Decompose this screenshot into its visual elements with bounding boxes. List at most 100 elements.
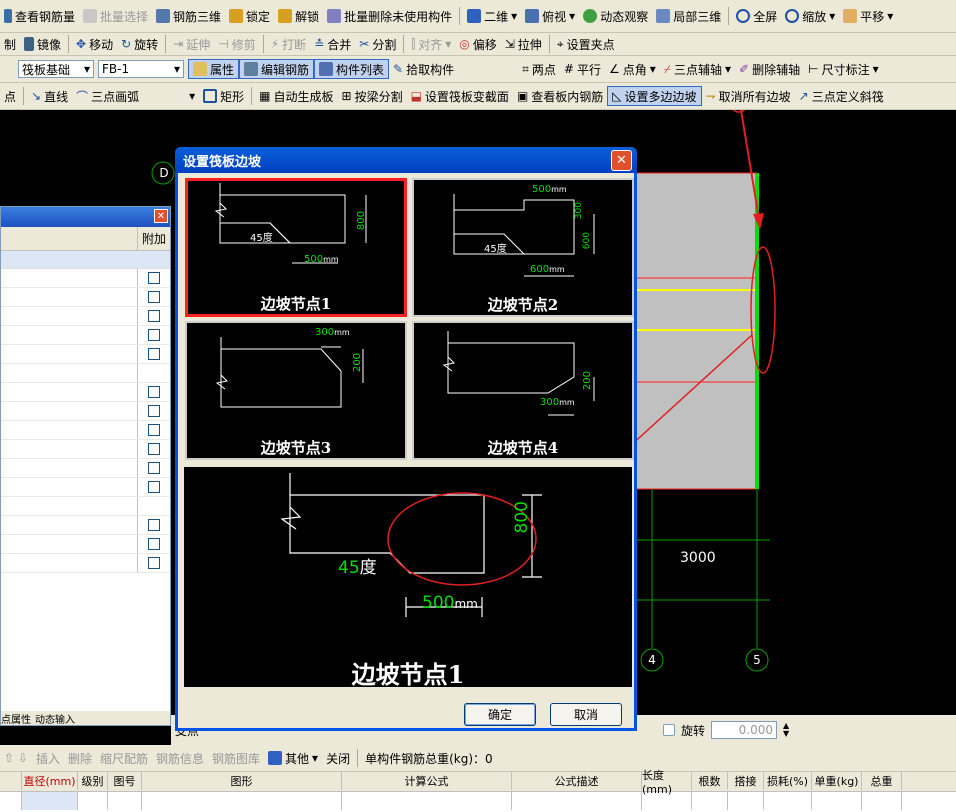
slope-node-2-card[interactable]: 45度 500mm 300 600 600mm 边坡节点2 xyxy=(412,178,634,317)
panel-row[interactable] xyxy=(1,364,170,383)
panel-row[interactable] xyxy=(1,459,170,478)
table-header-cell[interactable]: 图号 xyxy=(108,772,142,790)
dynamic-view-button[interactable]: 动态观察 xyxy=(579,5,652,27)
extra-checkbox[interactable] xyxy=(148,424,160,436)
rebar-3d-button[interactable]: 钢筋三维 xyxy=(152,5,225,27)
parallel-button[interactable]: # 平行 xyxy=(560,58,605,80)
dialog-close-button[interactable]: ✕ xyxy=(611,150,632,171)
view-inner-rebar-button[interactable]: ▣ 查看板内钢筋 xyxy=(513,85,607,107)
align-dropdown[interactable]: ⫿ 对齐 ▾ xyxy=(407,33,455,55)
copy-button[interactable]: 制 xyxy=(0,33,20,55)
panel-row[interactable] xyxy=(1,345,170,364)
table-header-cell[interactable]: 长度(mm) xyxy=(642,769,692,796)
view-rebar-button[interactable]: 查看钢筋量 xyxy=(0,5,79,27)
component-list-button[interactable]: 构件列表 xyxy=(314,59,390,79)
panel-row[interactable] xyxy=(1,535,170,554)
rotate-input[interactable]: 0.000 xyxy=(711,721,778,739)
table-header-cell[interactable]: 根数 xyxy=(692,772,728,790)
table-cell[interactable] xyxy=(642,792,692,810)
properties-button[interactable]: 属性 xyxy=(188,59,240,79)
ok-button[interactable]: 确定 xyxy=(464,703,536,726)
table-cell[interactable] xyxy=(22,792,78,810)
table-cell[interactable] xyxy=(692,792,728,810)
slope-node-4-card[interactable]: 300mm 200 边坡节点4 xyxy=(412,321,634,460)
point-angle-dropdown[interactable]: ∠ 点角 ▾ xyxy=(605,58,660,80)
table-cell[interactable] xyxy=(142,792,342,810)
panel-row[interactable] xyxy=(1,307,170,326)
extra-checkbox[interactable] xyxy=(148,329,160,341)
panel-row[interactable] xyxy=(1,326,170,345)
table-cell[interactable] xyxy=(78,792,108,810)
merge-button[interactable]: ≛ 合并 xyxy=(310,33,355,55)
table-header-cell[interactable]: 计算公式 xyxy=(342,772,512,790)
table-header-cell[interactable]: 损耗(%) xyxy=(764,772,812,790)
pan-dropdown[interactable]: 平移 ▾ xyxy=(839,5,897,27)
line-button[interactable]: ↘ 直线 xyxy=(27,85,72,107)
other-dropdown[interactable]: 其他 ▾ xyxy=(264,747,322,769)
extra-checkbox[interactable] xyxy=(148,481,160,493)
insert-button[interactable]: 插入 xyxy=(32,747,64,769)
lock-button[interactable]: 锁定 xyxy=(225,5,274,27)
rebar-lib-button[interactable]: 钢筋图库 xyxy=(208,747,264,769)
slope-node-1-card[interactable]: 45度 500mm 800 边坡节点1 xyxy=(185,178,407,317)
tab-dynamic-input[interactable]: 动态输入 xyxy=(35,711,75,726)
three-point-aux-dropdown[interactable]: ⌿ 三点辅轴 ▾ xyxy=(660,58,735,80)
close-panel-button[interactable]: 关闭 xyxy=(322,747,354,769)
extend-button[interactable]: ⇥ 延伸 xyxy=(169,33,214,55)
extra-checkbox[interactable] xyxy=(148,519,160,531)
table-cell[interactable] xyxy=(728,792,764,810)
extra-checkbox[interactable] xyxy=(148,386,160,398)
move-button[interactable]: ✥ 移动 xyxy=(72,33,117,55)
two-points-button[interactable]: ⌗ 两点 xyxy=(518,58,560,80)
table-header-cell[interactable]: 搭接 xyxy=(728,772,764,790)
table-cell[interactable] xyxy=(764,792,812,810)
fullscreen-button[interactable]: 全屏 xyxy=(732,5,781,27)
extra-checkbox[interactable] xyxy=(148,405,160,417)
panel-row[interactable] xyxy=(1,288,170,307)
point-button[interactable]: 点 xyxy=(0,85,20,107)
delete-aux-button[interactable]: ✐ 删除辅轴 xyxy=(735,58,804,80)
top-view-dropdown[interactable]: 俯视 ▾ xyxy=(521,5,579,27)
dimension-dropdown[interactable]: ⊢ 尺寸标注 ▾ xyxy=(804,58,883,80)
panel-row[interactable] xyxy=(1,383,170,402)
break-button[interactable]: ⚡ 打断 xyxy=(267,33,310,55)
stretch-button[interactable]: ⇲ 拉伸 xyxy=(501,33,546,55)
panel-row[interactable] xyxy=(1,478,170,497)
trim-button[interactable]: ⊣ 修剪 xyxy=(214,33,259,55)
extra-checkbox[interactable] xyxy=(148,348,160,360)
cancel-button[interactable]: 取消 xyxy=(550,703,622,726)
split-by-beam-button[interactable]: ⊞ 按梁分割 xyxy=(338,85,407,107)
arc-button[interactable]: ⌒ 三点画弧 xyxy=(72,85,143,107)
panel-row[interactable] xyxy=(1,269,170,288)
extra-checkbox[interactable] xyxy=(148,310,160,322)
table-header-cell[interactable]: 图形 xyxy=(142,772,342,790)
table-cell[interactable] xyxy=(342,792,512,810)
extra-checkbox[interactable] xyxy=(148,443,160,455)
rotate-button[interactable]: ↻ 旋转 xyxy=(117,33,162,55)
table-cell[interactable] xyxy=(0,792,22,810)
extra-checkbox[interactable] xyxy=(148,557,160,569)
panel-row[interactable] xyxy=(1,497,170,516)
table-header-cell[interactable]: 级别 xyxy=(78,772,108,790)
extra-checkbox[interactable] xyxy=(148,291,160,303)
table-cell[interactable] xyxy=(108,792,142,810)
table-header-cell[interactable]: 直径(mm) xyxy=(22,772,78,790)
extra-checkbox[interactable] xyxy=(148,272,160,284)
component-select[interactable]: FB-1 ▾ xyxy=(98,60,184,78)
auto-gen-button[interactable]: ▦ 自动生成板 xyxy=(255,85,337,107)
panel-row[interactable] xyxy=(1,516,170,535)
arc-mode-select[interactable]: ▾ xyxy=(143,87,200,105)
table-header-cell[interactable]: 单重(kg) xyxy=(812,772,862,790)
table-cell[interactable] xyxy=(512,792,642,810)
zoom-dropdown[interactable]: 缩放 ▾ xyxy=(781,5,839,27)
category-select[interactable]: 筏板基础 ▾ xyxy=(18,60,94,78)
edit-rebar-button[interactable]: 编辑钢筋 xyxy=(239,59,315,79)
panel-row[interactable] xyxy=(1,554,170,573)
cancel-all-slope-button[interactable]: ⇁ 取消所有边坡 xyxy=(702,85,795,107)
batch-delete-button[interactable]: 批量删除未使用构件 xyxy=(323,5,456,27)
table-cell[interactable] xyxy=(812,792,862,810)
set-grip-button[interactable]: ⌖ 设置夹点 xyxy=(553,33,619,55)
move-up-icon[interactable]: ⇧ ⇩ xyxy=(0,747,32,769)
set-multi-slope-button[interactable]: ◺ 设置多边边坡 xyxy=(607,86,702,106)
pick-component-button[interactable]: ✎ 拾取构件 xyxy=(389,58,458,80)
